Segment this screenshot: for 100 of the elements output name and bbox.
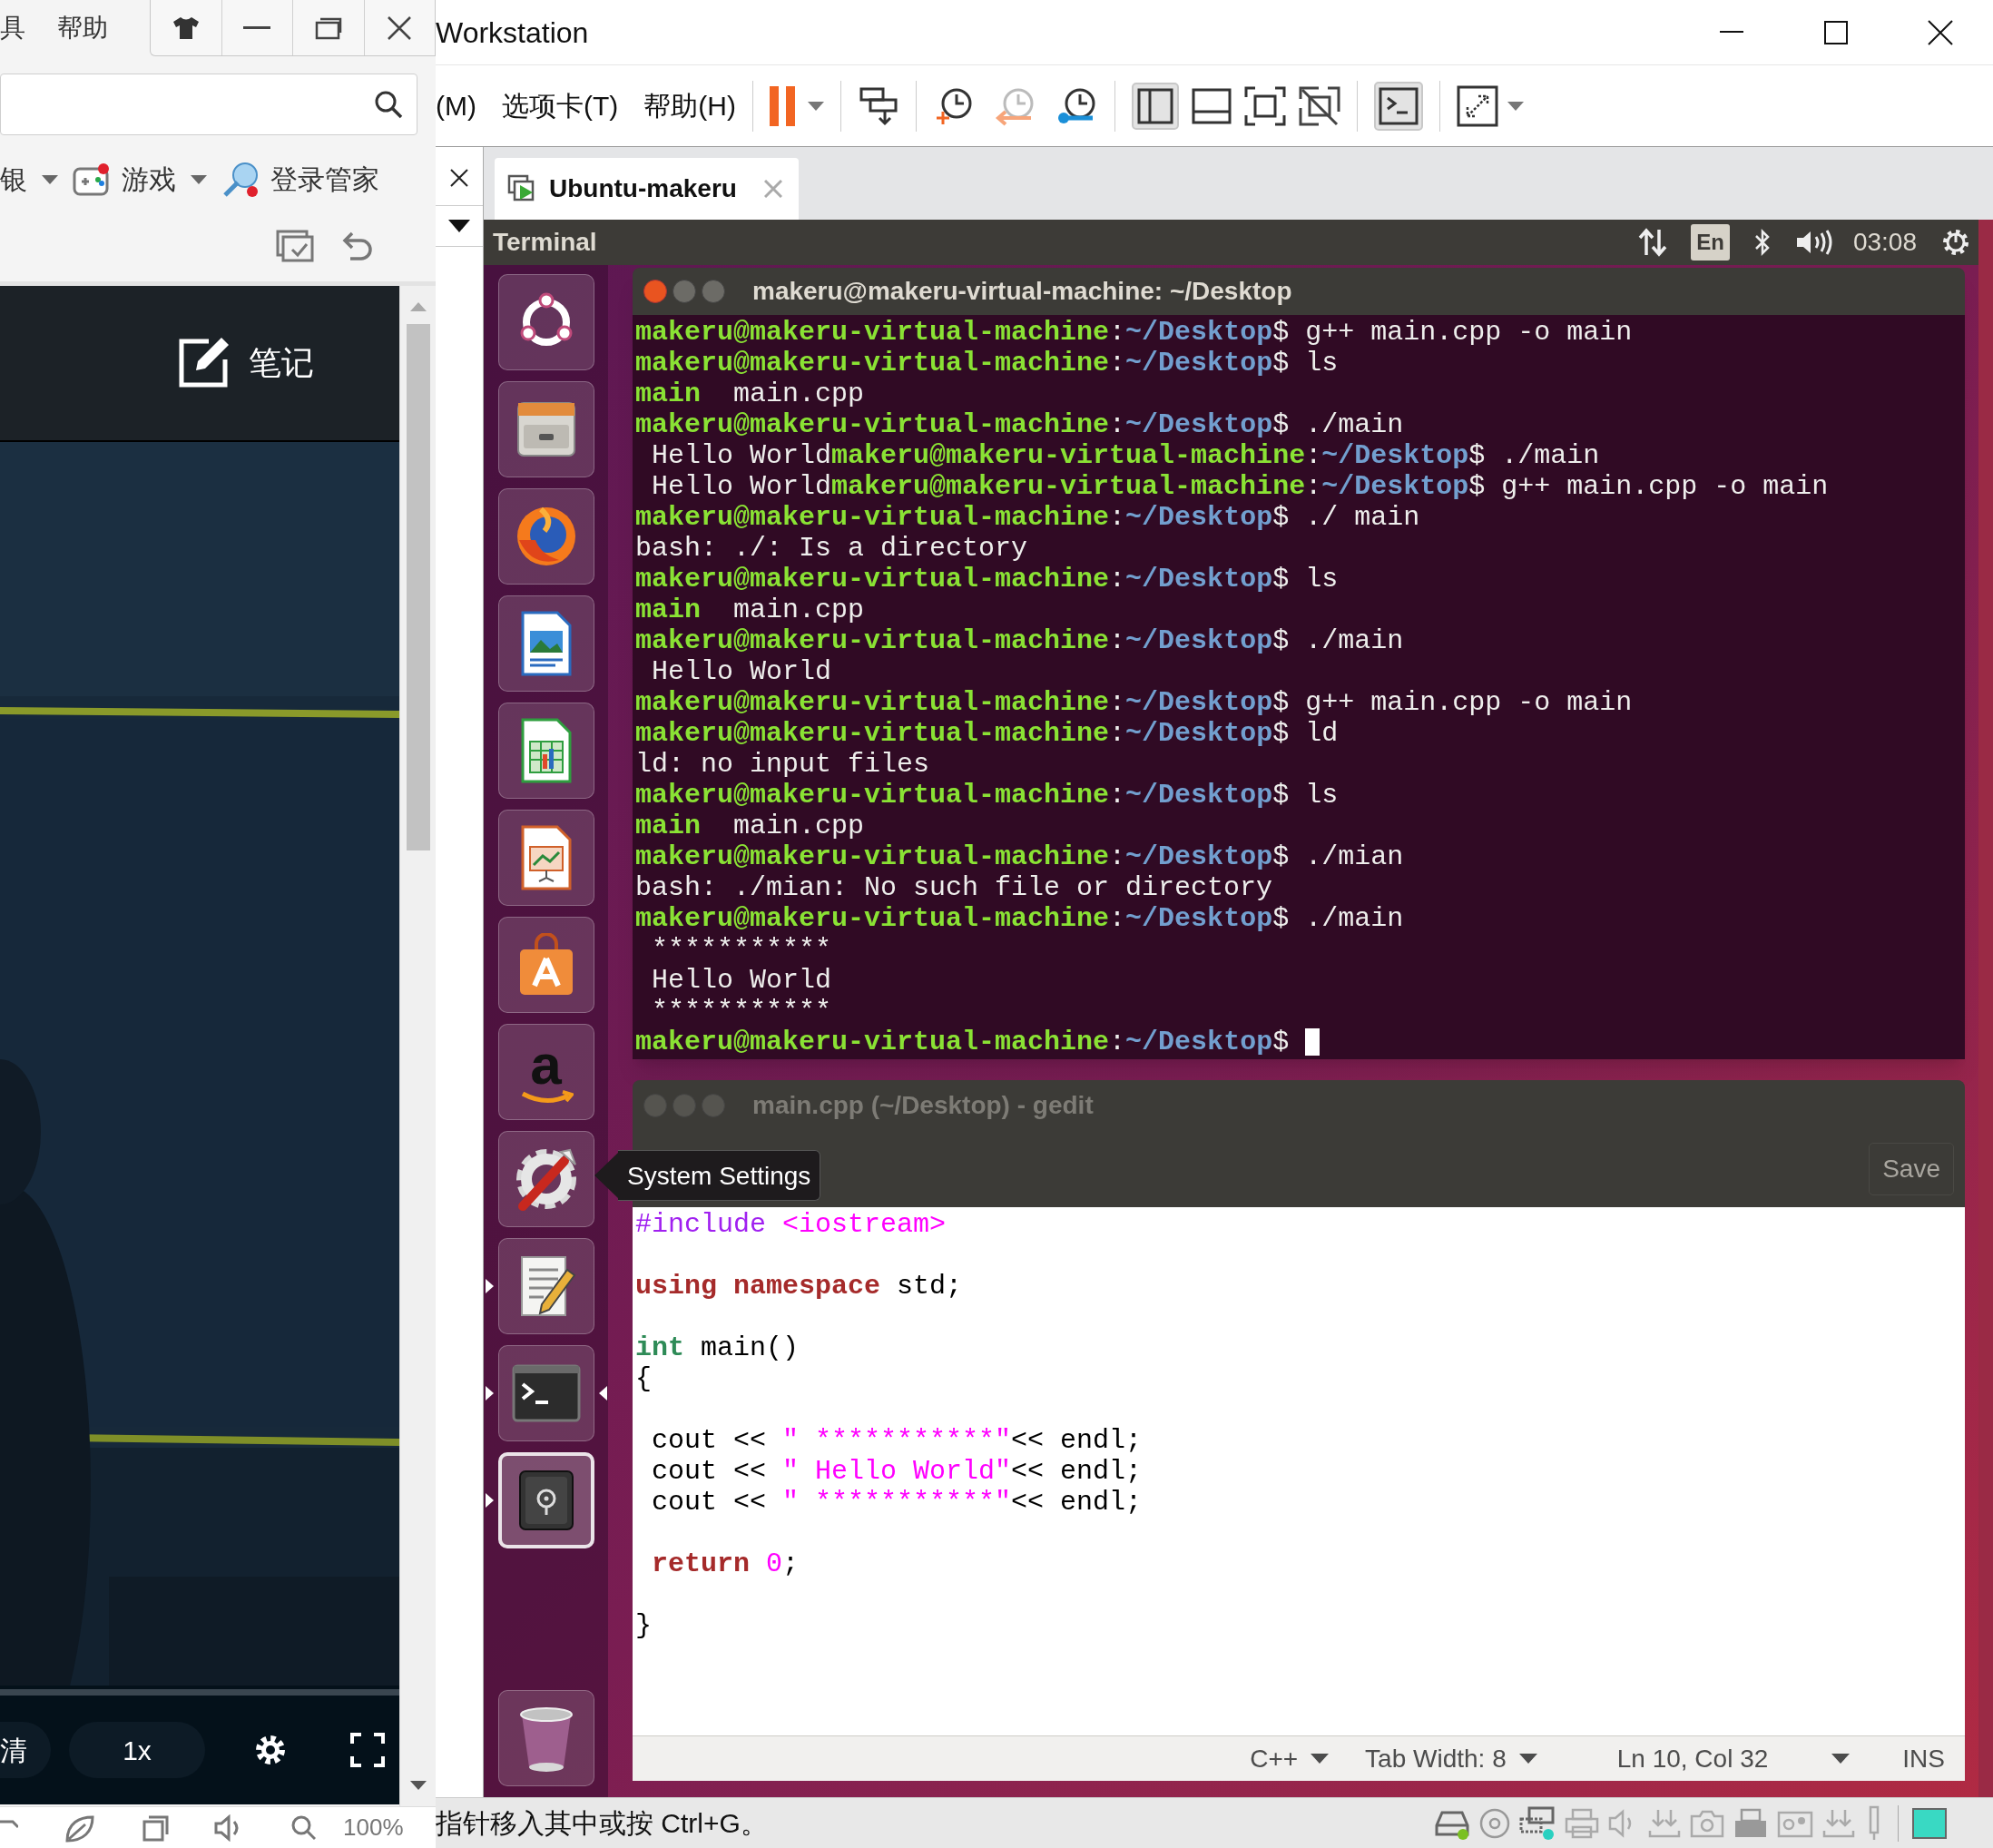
launcher-button[interactable]: [497, 274, 594, 370]
scroll-down-icon[interactable]: [409, 1781, 427, 1790]
minimize-icon: [1719, 31, 1743, 34]
save-button[interactable]: Save: [1869, 1142, 1954, 1195]
code-line: return 0;: [651, 1548, 800, 1579]
close-icon: [1928, 19, 1953, 45]
launcher-button[interactable]: [497, 810, 594, 906]
menu-item[interactable]: 具: [0, 9, 25, 47]
terminal-line: makeru@makeru-virtual-machine:~/Desktop$ ls: [635, 348, 1339, 378]
terminal-line: main main.cpp: [635, 378, 865, 409]
terminal-line: makeru@makeru-virtual-machine:~/Desktop$ g++ main.cpp -o main: [635, 317, 1633, 348]
bottom-panel-icon[interactable]: [1191, 87, 1232, 124]
console-view-button[interactable]: [1373, 81, 1423, 131]
terminal-line: makeru@makeru-virtual-machine:~/Desktop$ ld: [635, 718, 1339, 749]
bookmark-link[interactable]: 游戏: [122, 159, 176, 200]
terminal-line: bash: ./mian: No such file or directory: [635, 872, 1273, 903]
terminal-line: makeru@makeru-virtual-machine:~/Desktop$ ./main: [635, 625, 1404, 656]
tab-width-dropdown[interactable]: Tab Width: 8: [1365, 1739, 1537, 1778]
restore-icon: [314, 15, 342, 40]
code-line: cout << " ***********"<< endl;: [651, 1487, 1143, 1518]
pause-button[interactable]: [769, 85, 824, 126]
notes-label[interactable]: 笔记: [249, 339, 314, 388]
maximize-icon: [1823, 20, 1848, 44]
terminal-line: makeru@makeru-virtual-machine:~/Desktop$ g++ main.cpp -o main: [635, 687, 1633, 718]
launcher-button[interactable]: [497, 917, 594, 1013]
caret-icon[interactable]: [191, 174, 207, 184]
terminal-line: Hello World: [651, 965, 832, 996]
terminal-line: makeru@makeru-virtual-machine:~/Desktop$ ls: [635, 780, 1339, 811]
terminal-line: ld: no input files: [635, 749, 930, 780]
cursor-position: Ln 10, Col 32: [1616, 1743, 1769, 1774]
bookmark-link[interactable]: 银: [0, 159, 27, 200]
terminal-line: ***********: [651, 996, 832, 1027]
terminal-line: makeru@makeru-virtual-machine:~/Desktop$ ls: [635, 564, 1339, 595]
menu-item[interactable]: 帮助(H): [643, 85, 736, 126]
tooltip-arrow-icon: [594, 1153, 618, 1198]
terminal-line: makeru@makeru-virtual-machine:~/Desktop$ ./mian: [635, 841, 1404, 872]
display-icon[interactable]: [1911, 1806, 1948, 1840]
unity-mode-icon[interactable]: [1298, 85, 1340, 126]
terminal-line: Hello Worldmakeru@makeru-virtual-machine:~/Desktop$ g++ main.cpp -o main: [651, 471, 1829, 502]
zoom-level[interactable]: 100%: [343, 1810, 404, 1845]
close-icon: [450, 169, 468, 187]
stretch-button[interactable]: [1456, 84, 1524, 127]
caret-icon: [448, 220, 470, 232]
search-icon[interactable]: [290, 1814, 316, 1842]
window-icon[interactable]: [142, 1814, 169, 1842]
terminal-line: bash: ./: Is a directory: [635, 533, 1028, 564]
code-line: cout << " ***********"<< endl;: [651, 1425, 1143, 1456]
tab-label: Ubuntu-makeru: [549, 173, 737, 204]
app-title: Terminal: [493, 227, 597, 258]
insert-mode: INS: [1902, 1743, 1945, 1774]
fullscreen-icon[interactable]: [1243, 85, 1286, 126]
network-arrows-icon[interactable]: [1638, 228, 1668, 257]
scrollbar-thumb[interactable]: [406, 324, 430, 850]
terminal-line: Hello World: [651, 656, 832, 687]
power-gear-icon[interactable]: [1940, 227, 1971, 258]
launcher-button[interactable]: [497, 1690, 594, 1786]
caret-icon[interactable]: [1831, 1754, 1851, 1764]
bluetooth-icon[interactable]: [1752, 228, 1772, 257]
view-sidebar-button[interactable]: [1131, 82, 1179, 130]
terminal-icon: [1378, 86, 1419, 125]
stretch-icon: [1456, 84, 1498, 127]
bookmark-link[interactable]: 登录管家: [270, 159, 379, 200]
launcher-button[interactable]: [497, 1131, 594, 1227]
menu-item[interactable]: 帮助: [57, 9, 108, 47]
caret-icon: [1311, 1754, 1330, 1764]
code-line: }: [635, 1610, 652, 1641]
caret-icon: [1507, 101, 1524, 111]
status-message: 指针移入其中或按 Ctrl+G。: [436, 1807, 768, 1840]
speed-button[interactable]: 1x: [69, 1722, 205, 1778]
network-icon[interactable]: [1518, 1805, 1556, 1841]
caret-icon: [807, 101, 824, 111]
launcher-button[interactable]: [497, 703, 594, 799]
code-line: int main(): [635, 1332, 800, 1363]
terminal-line: makeru@makeru-virtual-machine:~/Desktop$: [635, 1027, 1290, 1057]
terminal-icon: [511, 1364, 581, 1422]
code-line: #include <iostream>: [635, 1209, 947, 1240]
launcher-button[interactable]: [497, 595, 594, 692]
search-field[interactable]: [0, 74, 417, 135]
menu-item[interactable]: 选项卡(T): [502, 85, 619, 126]
launcher-button[interactable]: [497, 1238, 594, 1334]
close-icon: [763, 180, 782, 198]
caret-icon: [1518, 1754, 1537, 1764]
keyboard-indicator[interactable]: En: [1691, 224, 1730, 260]
clock[interactable]: 03:08: [1852, 223, 1917, 261]
launcher-button[interactable]: [497, 1452, 594, 1548]
menu-item[interactable]: (M): [436, 85, 476, 126]
library-dropdown-button[interactable]: [436, 205, 483, 247]
terminal-line: makeru@makeru-virtual-machine:~/Desktop$ ./main: [635, 903, 1404, 934]
search-icon: [373, 89, 404, 120]
vm-tab[interactable]: Ubuntu-makeru: [495, 158, 799, 220]
minimize-icon: [243, 25, 271, 30]
shirt-icon: [172, 15, 200, 40]
terminal-line: makeru@makeru-virtual-machine:~/Desktop$ ./main: [635, 409, 1404, 440]
language-dropdown[interactable]: C++: [1250, 1739, 1330, 1778]
code-line: cout << " Hello World"<< endl;: [651, 1456, 1143, 1487]
launcher-button[interactable]: [497, 381, 594, 477]
caret-icon[interactable]: [42, 174, 58, 184]
code-line: {: [635, 1363, 652, 1394]
settings-icon[interactable]: [254, 1734, 287, 1766]
quality-button[interactable]: 清: [0, 1722, 51, 1778]
